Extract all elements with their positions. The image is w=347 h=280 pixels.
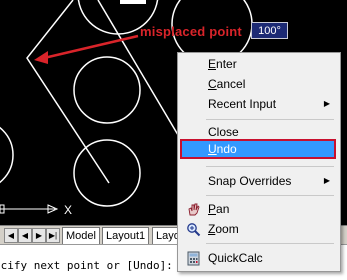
menu-separator [206,166,334,167]
calculator-icon [187,251,200,266]
menu-separator [206,119,334,120]
menu-item-undo[interactable]: Undo [180,139,336,159]
annotation-label: misplaced point [140,24,242,39]
zoom-magnifier-icon [187,223,201,237]
pan-hand-icon [188,203,200,216]
menu-item-cancel[interactable]: Cancel [178,74,340,94]
menu-item-zoom[interactable]: Zoom [178,219,340,239]
tab-model[interactable]: Model [62,227,100,245]
menu-separator [206,243,334,244]
prev-tab-button[interactable]: ◀ [18,228,32,243]
ucs-x-label: X [64,203,72,217]
menu-item-pan[interactable]: Pan [178,199,340,219]
tab-layout1[interactable]: Layout1 [102,227,150,244]
menu-separator [206,195,334,196]
submenu-arrow-icon: ▶ [323,176,330,185]
small-rect [120,0,146,4]
menu-item-recent-input[interactable]: Recent Input ▶ [178,94,340,114]
menu-item-quickcalc[interactable]: QuickCalc [178,248,340,268]
first-tab-button[interactable]: ◀ [4,228,18,243]
autocad-window: X misplaced point 100° ◀ ◀ ▶ ▶| Model La… [0,0,347,280]
menu-item-enter[interactable]: Enter [178,54,340,74]
menu-item-snap-overrides[interactable]: Snap Overrides ▶ [178,171,340,191]
submenu-arrow-icon: ▶ [323,99,330,108]
command-prompt-text: ecify next point or [Undo]: [0,259,173,272]
dynamic-input-tooltip[interactable]: 100° [251,22,288,39]
next-tab-button[interactable]: ▶ [32,228,46,243]
last-tab-button[interactable]: ▶| [46,228,60,243]
context-menu: Enter Cancel Recent Input ▶ Close Undo S… [177,52,341,272]
